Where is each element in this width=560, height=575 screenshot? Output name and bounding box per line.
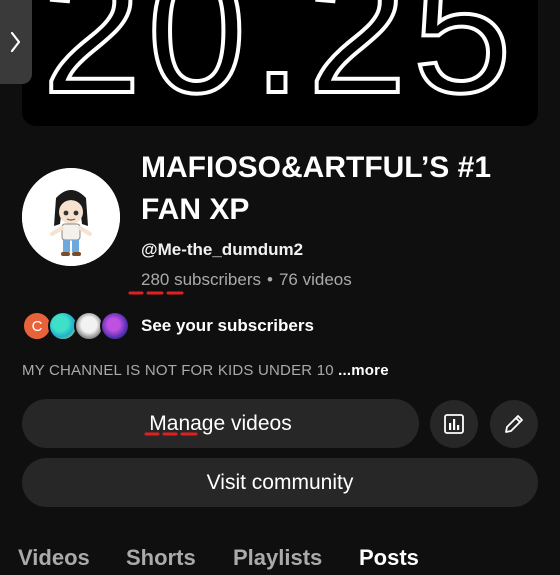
spellcheck-squiggle (128, 291, 184, 295)
visit-community-label: Visit community (206, 470, 354, 494)
tab-posts[interactable]: Posts (359, 545, 419, 571)
manage-videos-button[interactable]: Manage videos (22, 399, 419, 448)
side-panel-handle[interactable] (0, 0, 32, 84)
tab-shorts[interactable]: Shorts (126, 545, 196, 571)
channel-stats: 280 subscribers • 76 videos (141, 270, 352, 290)
visit-community-button[interactable]: Visit community (22, 458, 538, 507)
pencil-icon (505, 415, 523, 433)
channel-banner: 20.25 (22, 0, 538, 126)
channel-name: MAFIOSO&ARTFUL’S #1 FAN XP (141, 151, 492, 226)
edit-channel-button[interactable] (490, 400, 538, 448)
channel-handle: @Me-the_dumdum2 (141, 240, 304, 259)
subscriber-count: 280 subscribers (141, 270, 262, 289)
tab-playlists[interactable]: Playlists (233, 545, 322, 571)
subscriber-avatars[interactable]: C (22, 311, 132, 341)
more-link[interactable]: ...more (338, 362, 389, 379)
bar-chart-icon (444, 414, 464, 434)
spellcheck-squiggle (144, 432, 198, 436)
channel-tabs: Videos Shorts Playlists Posts (18, 545, 560, 575)
video-count: 76 videos (278, 270, 352, 289)
avatar-character-image (22, 168, 120, 266)
banner-text: 20.25 (40, 0, 518, 126)
channel-avatar[interactable] (22, 168, 120, 266)
subscriber-avatar-4 (100, 311, 130, 341)
see-subscribers-link[interactable]: See your subscribers (141, 316, 314, 336)
description-text: MY CHANNEL IS NOT FOR KIDS UNDER 10 (22, 362, 339, 379)
analytics-button[interactable] (430, 400, 478, 448)
channel-description[interactable]: MY CHANNEL IS NOT FOR KIDS UNDER 10 ...m… (22, 362, 389, 379)
chevron-right-icon (10, 31, 21, 53)
tab-videos[interactable]: Videos (18, 545, 90, 571)
stats-separator: • (267, 270, 273, 289)
